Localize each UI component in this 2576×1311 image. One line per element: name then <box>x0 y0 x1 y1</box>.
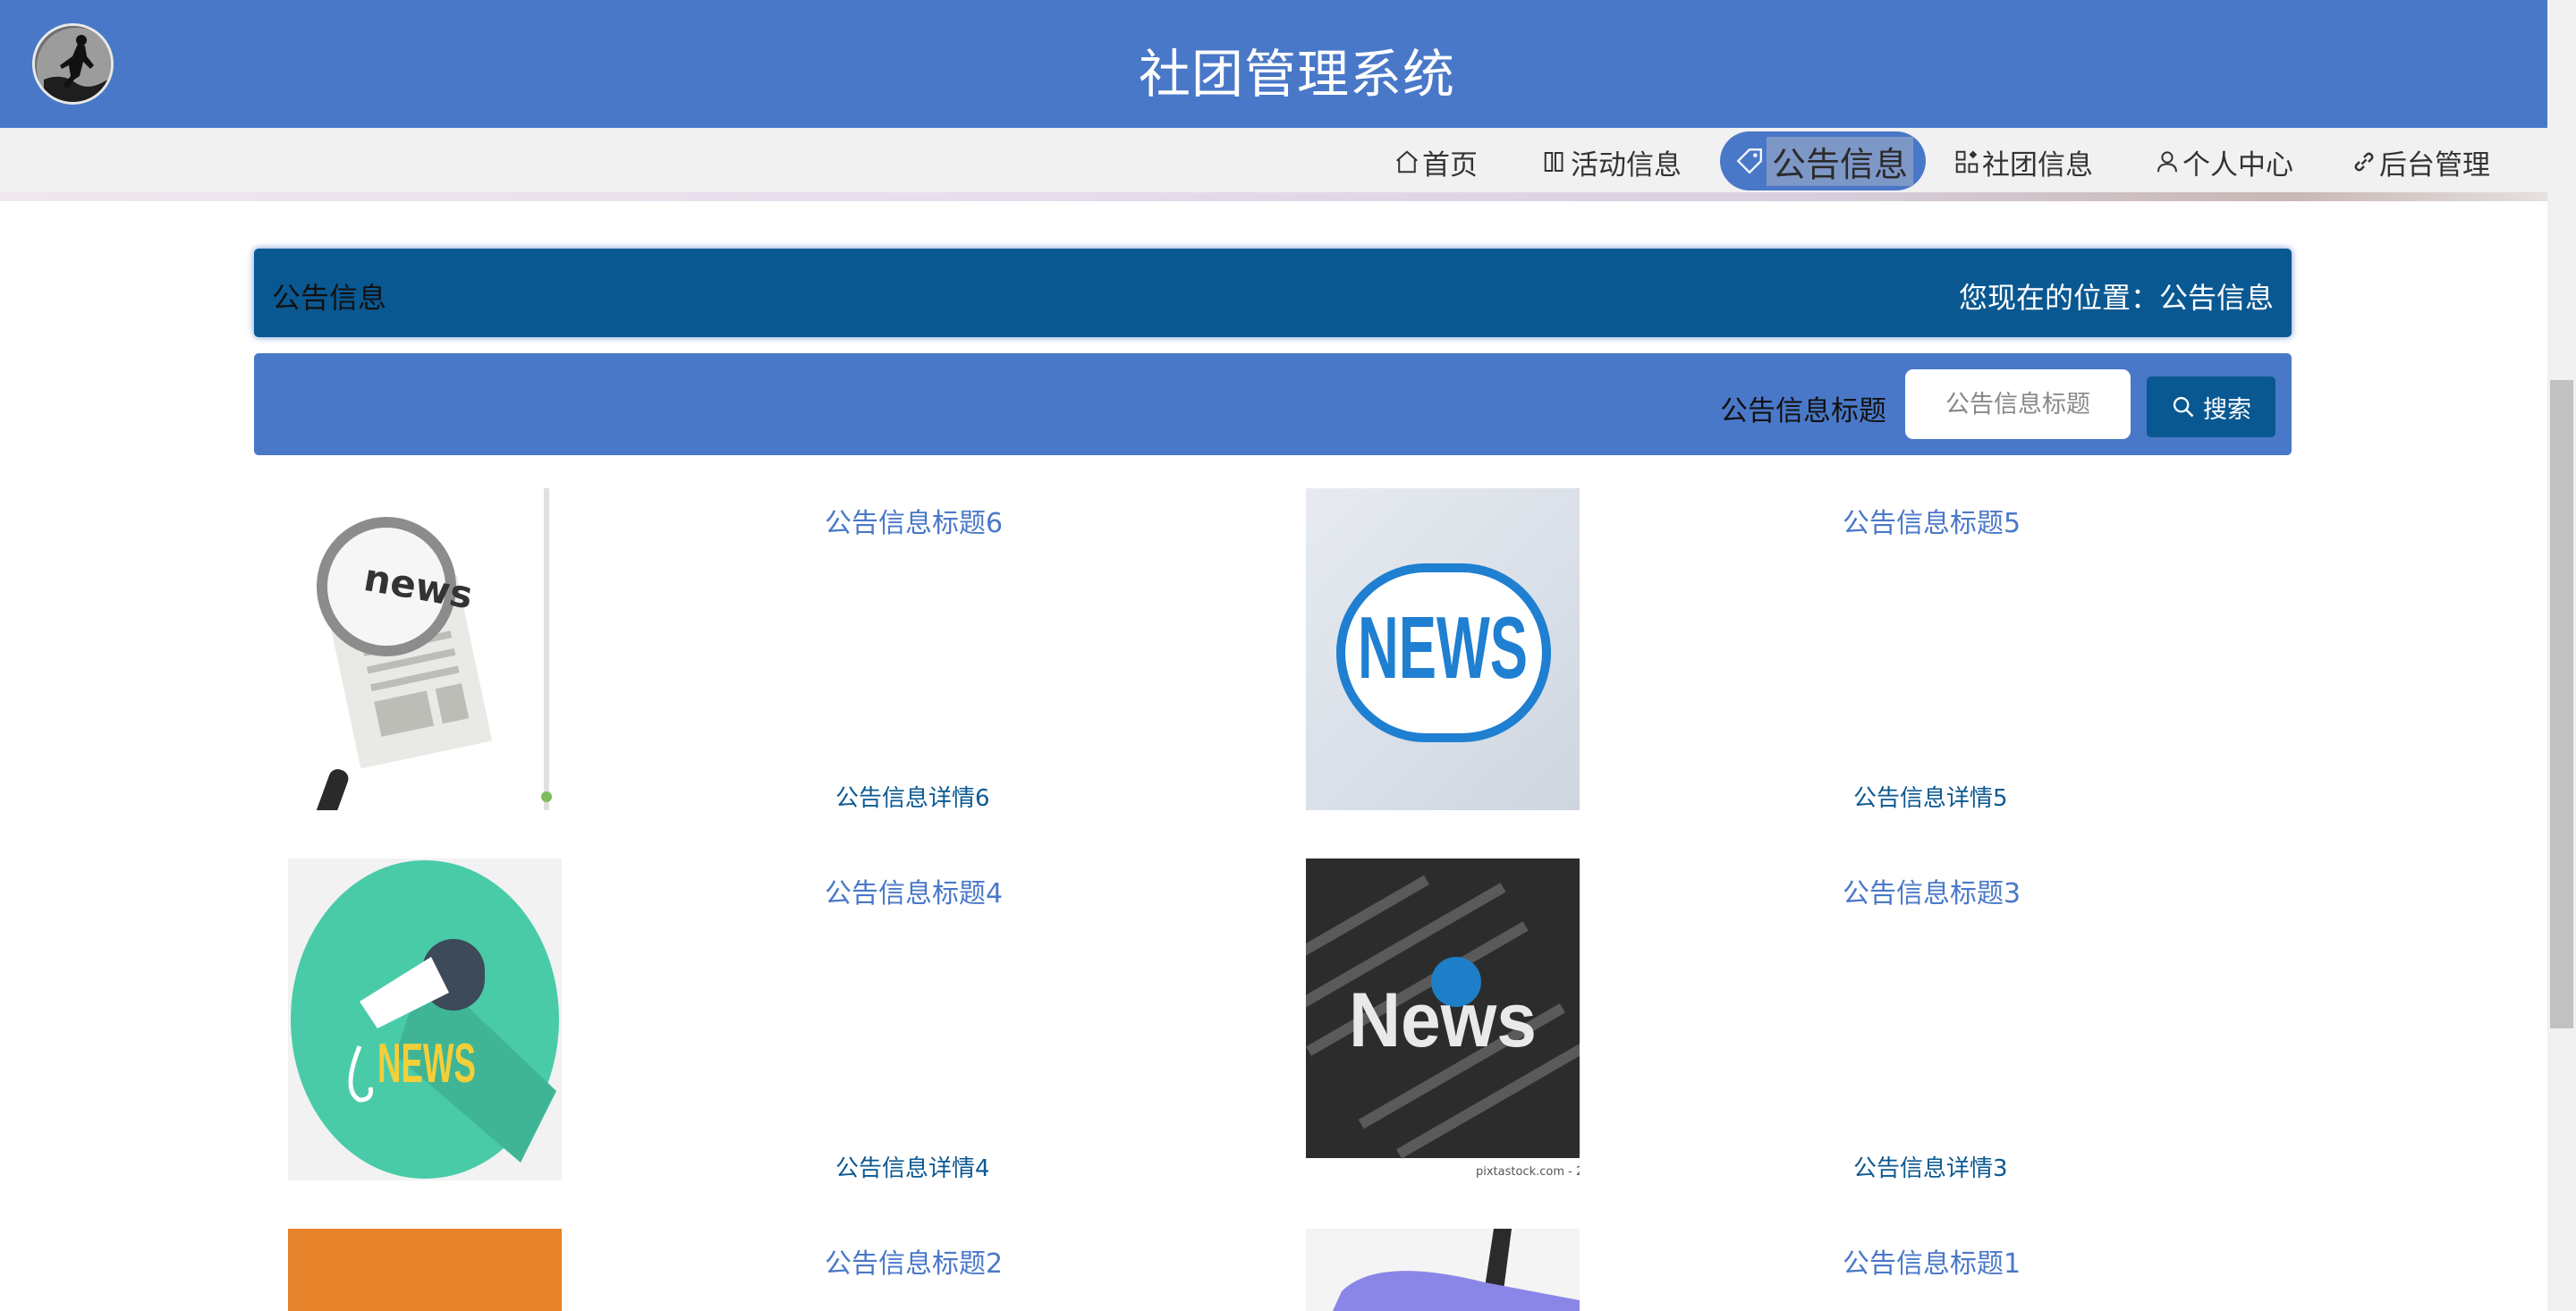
banner-strip <box>0 192 2547 201</box>
announcement-card[interactable]: NEWS 公告信息标题4 公告信息详情4 <box>288 858 1290 1198</box>
card-title[interactable]: 公告信息标题4 <box>825 871 1361 910</box>
nav-item-announcements[interactable]: 公告信息 <box>1720 131 1927 190</box>
card-thumbnail[interactable]: news <box>288 488 562 810</box>
nav-label: 首页 <box>1422 148 1478 182</box>
card-thumbnail[interactable]: NEWS <box>288 858 562 1180</box>
nav-item-home[interactable]: 首页 <box>1394 142 1478 182</box>
card-detail[interactable]: 公告信息详情4 <box>835 1150 1193 1183</box>
card-detail[interactable]: 公告信息详情5 <box>1853 780 2211 813</box>
user-icon <box>2154 148 2181 175</box>
image-text: News <box>1349 977 1537 1063</box>
card-title[interactable]: 公告信息标题2 <box>825 1241 1361 1281</box>
nav-item-clubs[interactable]: 社团信息 <box>1953 142 2093 182</box>
search-icon <box>2173 396 2194 418</box>
announcement-card[interactable]: 公告信息标题1 <box>1306 1229 2308 1311</box>
card-title[interactable]: 公告信息标题1 <box>1843 1241 2379 1281</box>
home-icon <box>1394 148 1420 175</box>
tag-icon <box>1734 146 1765 176</box>
nav-label: 个人中心 <box>2182 148 2293 182</box>
image-watermark: pixtastock.com - 29885633 <box>1476 1165 1580 1179</box>
card-title[interactable]: 公告信息标题5 <box>1843 501 2379 540</box>
card-detail[interactable]: 公告信息详情3 <box>1853 1150 2211 1183</box>
nav-item-admin[interactable]: 后台管理 <box>2351 142 2490 182</box>
card-thumbnail[interactable] <box>288 1229 562 1311</box>
nav-label: 公告信息 <box>1767 136 1914 186</box>
announcement-card[interactable]: News pixtastock.com - 29885633 公告信息标题3 公… <box>1306 858 2308 1198</box>
nav-item-profile[interactable]: 个人中心 <box>2154 142 2293 182</box>
site-title: 社团管理系统 <box>1138 44 1455 105</box>
announcement-card[interactable]: 公告信息标题2 <box>288 1229 1290 1311</box>
grid-icon <box>1953 148 1980 175</box>
app-header: 社团管理系统 <box>0 0 2547 128</box>
page-title: 公告信息 <box>272 281 387 315</box>
nav-label: 社团信息 <box>1982 148 2093 182</box>
announcement-card[interactable]: news 公告信息标题6 公告信息详情6 <box>288 488 1290 828</box>
card-thumbnail[interactable]: NEWS <box>1306 488 1580 810</box>
announcement-card[interactable]: NEWS 公告信息标题5 公告信息详情5 <box>1306 488 2308 828</box>
search-input[interactable] <box>1905 369 2131 439</box>
link-icon <box>2351 148 2377 175</box>
bookmark-icon <box>1542 148 1569 175</box>
search-button-label: 搜索 <box>2203 395 2251 424</box>
image-text: NEWS <box>377 1033 476 1095</box>
card-title[interactable]: 公告信息标题6 <box>825 501 1361 540</box>
breadcrumb: 您现在的位置：公告信息 <box>1958 281 2274 315</box>
page-title-bar: 公告信息 您现在的位置：公告信息 <box>254 249 2292 337</box>
search-button[interactable]: 搜索 <box>2147 376 2275 437</box>
search-label: 公告信息标题 <box>1720 395 1886 427</box>
search-bar: 公告信息标题 搜索 <box>254 353 2292 455</box>
nav-label: 活动信息 <box>1571 148 1682 182</box>
nav-label: 后台管理 <box>2379 148 2490 182</box>
card-thumbnail[interactable] <box>1306 1229 1580 1311</box>
scrollbar-thumb[interactable] <box>2550 380 2573 1028</box>
card-title[interactable]: 公告信息标题3 <box>1843 871 2379 910</box>
card-detail[interactable]: 公告信息详情6 <box>835 780 1193 813</box>
image-text: NEWS <box>1358 598 1528 697</box>
nav-item-activities[interactable]: 活动信息 <box>1542 142 1682 182</box>
card-thumbnail[interactable]: News pixtastock.com - 29885633 <box>1306 858 1580 1180</box>
